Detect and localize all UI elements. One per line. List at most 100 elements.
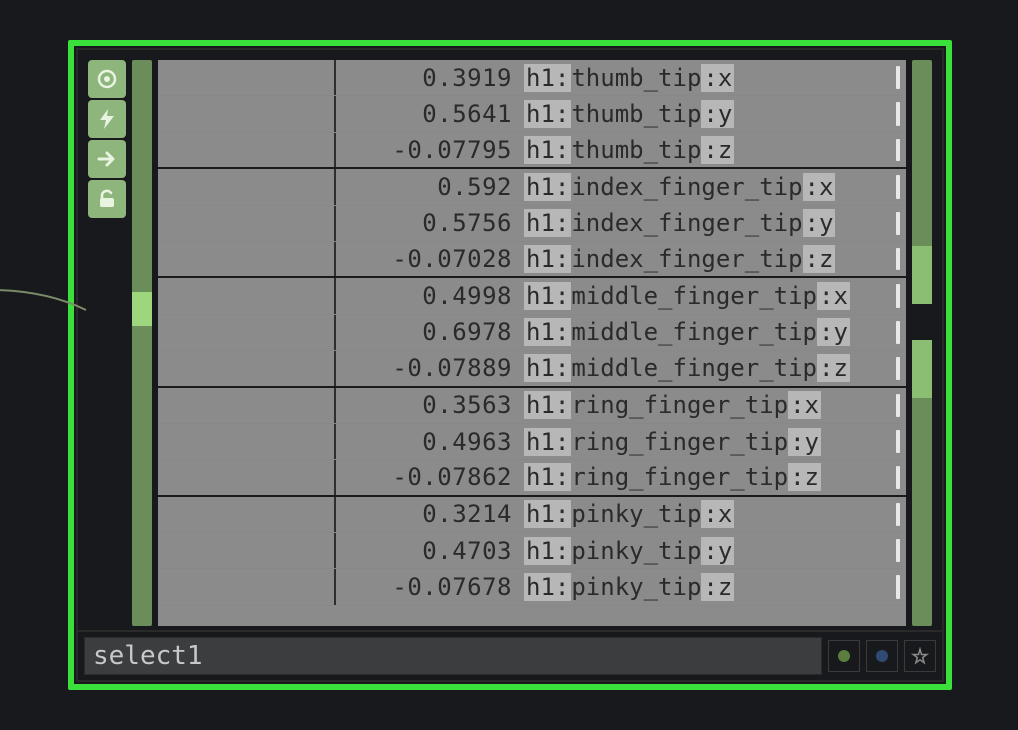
row-tick (896, 139, 900, 161)
row-tick (896, 102, 900, 125)
channel-name: h1:thumb_tip:y (518, 100, 906, 128)
row-gutter (158, 533, 336, 568)
channel-axis: :z (701, 136, 734, 164)
channel-row[interactable]: -0.07889h1:middle_finger_tip:z (158, 351, 906, 387)
node-name-text: select1 (93, 641, 203, 671)
row-tick (896, 357, 900, 379)
input-connector-track[interactable] (132, 60, 152, 626)
channel-prefix: h1: (524, 428, 571, 456)
channel-base: ring_finger_tip (571, 463, 788, 491)
channel-row[interactable]: 0.4998h1:middle_finger_tip:x (158, 278, 906, 314)
cook-flag[interactable] (828, 640, 860, 672)
row-gutter (158, 569, 336, 604)
row-gutter (158, 351, 336, 385)
channel-value: 0.592 (336, 173, 518, 201)
row-gutter (158, 133, 336, 167)
channel-prefix: h1: (524, 282, 571, 310)
target-icon (95, 67, 119, 91)
channel-name: h1:middle_finger_tip:z (518, 354, 906, 382)
channel-prefix: h1: (524, 500, 571, 528)
channel-prefix: h1: (524, 463, 571, 491)
row-tick (896, 321, 900, 344)
channel-axis: :x (803, 173, 836, 201)
channel-row[interactable]: 0.3214h1:pinky_tip:x (158, 497, 906, 533)
channel-base: middle_finger_tip (571, 318, 817, 346)
jump-button[interactable] (88, 140, 126, 178)
viewer-active-button[interactable] (88, 60, 126, 98)
channel-axis: :x (701, 64, 734, 92)
row-gutter (158, 388, 336, 423)
channel-axis: :x (817, 282, 850, 310)
channel-row[interactable]: -0.07795h1:thumb_tip:z (158, 133, 906, 169)
channel-axis: :y (701, 537, 734, 565)
channel-name: h1:thumb_tip:x (518, 64, 906, 92)
bypass-flag[interactable] (866, 640, 898, 672)
row-tick (896, 430, 900, 453)
channel-base: middle_finger_tip (571, 282, 817, 310)
channel-value: 0.3919 (336, 64, 518, 92)
channel-value: 0.6978 (336, 318, 518, 346)
output-connector-1[interactable] (912, 246, 932, 304)
channel-prefix: h1: (524, 318, 571, 346)
channel-prefix: h1: (524, 173, 571, 201)
channel-base: ring_finger_tip (571, 428, 788, 456)
row-gutter (158, 315, 336, 350)
channel-base: thumb_tip (571, 100, 701, 128)
channel-row[interactable]: 0.3563h1:ring_finger_tip:x (158, 388, 906, 424)
channel-value: 0.4963 (336, 428, 518, 456)
channel-axis: :x (788, 391, 821, 419)
channel-prefix: h1: (524, 537, 571, 565)
channel-axis: :y (817, 318, 850, 346)
channel-row[interactable]: 0.4703h1:pinky_tip:y (158, 533, 906, 569)
channel-axis: :y (788, 428, 821, 456)
activate-button[interactable] (88, 100, 126, 138)
node-name-field[interactable]: select1 (84, 637, 822, 675)
row-gutter (158, 460, 336, 494)
channel-value: 0.3214 (336, 500, 518, 528)
channel-row[interactable]: 0.6978h1:middle_finger_tip:y (158, 315, 906, 351)
display-flag[interactable] (904, 640, 936, 672)
channel-name: h1:middle_finger_tip:y (518, 318, 906, 346)
input-connector[interactable] (132, 292, 152, 326)
arrow-right-icon (95, 147, 119, 171)
channel-name: h1:thumb_tip:z (518, 136, 906, 164)
row-tick (896, 175, 900, 198)
channel-value: -0.07028 (336, 245, 518, 273)
channel-value: 0.3563 (336, 391, 518, 419)
output-connector-track[interactable] (912, 60, 932, 626)
channel-prefix: h1: (524, 209, 571, 237)
channel-axis: :y (803, 209, 836, 237)
channel-row[interactable]: 0.3919h1:thumb_tip:x (158, 60, 906, 96)
channel-row[interactable]: 0.4963h1:ring_finger_tip:y (158, 424, 906, 460)
channel-prefix: h1: (524, 391, 571, 419)
node-footer: select1 (78, 630, 942, 680)
channel-prefix: h1: (524, 573, 571, 601)
channel-value: 0.5641 (336, 100, 518, 128)
channel-table[interactable]: 0.3919h1:thumb_tip:x0.5641h1:thumb_tip:y… (158, 60, 906, 626)
channel-row[interactable]: 0.5756h1:index_finger_tip:y (158, 206, 906, 242)
channel-base: thumb_tip (571, 136, 701, 164)
star-icon (911, 647, 929, 665)
channel-name: h1:middle_finger_tip:x (518, 282, 906, 310)
channel-base: pinky_tip (571, 500, 701, 528)
channel-row[interactable]: 0.592h1:index_finger_tip:x (158, 169, 906, 205)
channel-value: -0.07862 (336, 463, 518, 491)
select-chop-node[interactable]: 0.3919h1:thumb_tip:x0.5641h1:thumb_tip:y… (76, 48, 944, 682)
channel-base: index_finger_tip (571, 245, 802, 273)
channel-base: ring_finger_tip (571, 391, 788, 419)
channel-value: -0.07889 (336, 354, 518, 382)
channel-row[interactable]: -0.07678h1:pinky_tip:z (158, 569, 906, 605)
channel-value: 0.4703 (336, 537, 518, 565)
channel-name: h1:ring_finger_tip:y (518, 428, 906, 456)
row-tick (896, 212, 900, 235)
channel-row[interactable]: -0.07862h1:ring_finger_tip:z (158, 460, 906, 496)
row-gutter (158, 96, 336, 131)
channel-name: h1:index_finger_tip:y (518, 209, 906, 237)
channel-base: index_finger_tip (571, 173, 802, 201)
channel-name: h1:pinky_tip:z (518, 573, 906, 601)
channel-name: h1:index_finger_tip:x (518, 173, 906, 201)
channel-row[interactable]: 0.5641h1:thumb_tip:y (158, 96, 906, 132)
output-connector-2[interactable] (912, 340, 932, 398)
channel-row[interactable]: -0.07028h1:index_finger_tip:z (158, 242, 906, 278)
lock-button[interactable] (88, 180, 126, 218)
